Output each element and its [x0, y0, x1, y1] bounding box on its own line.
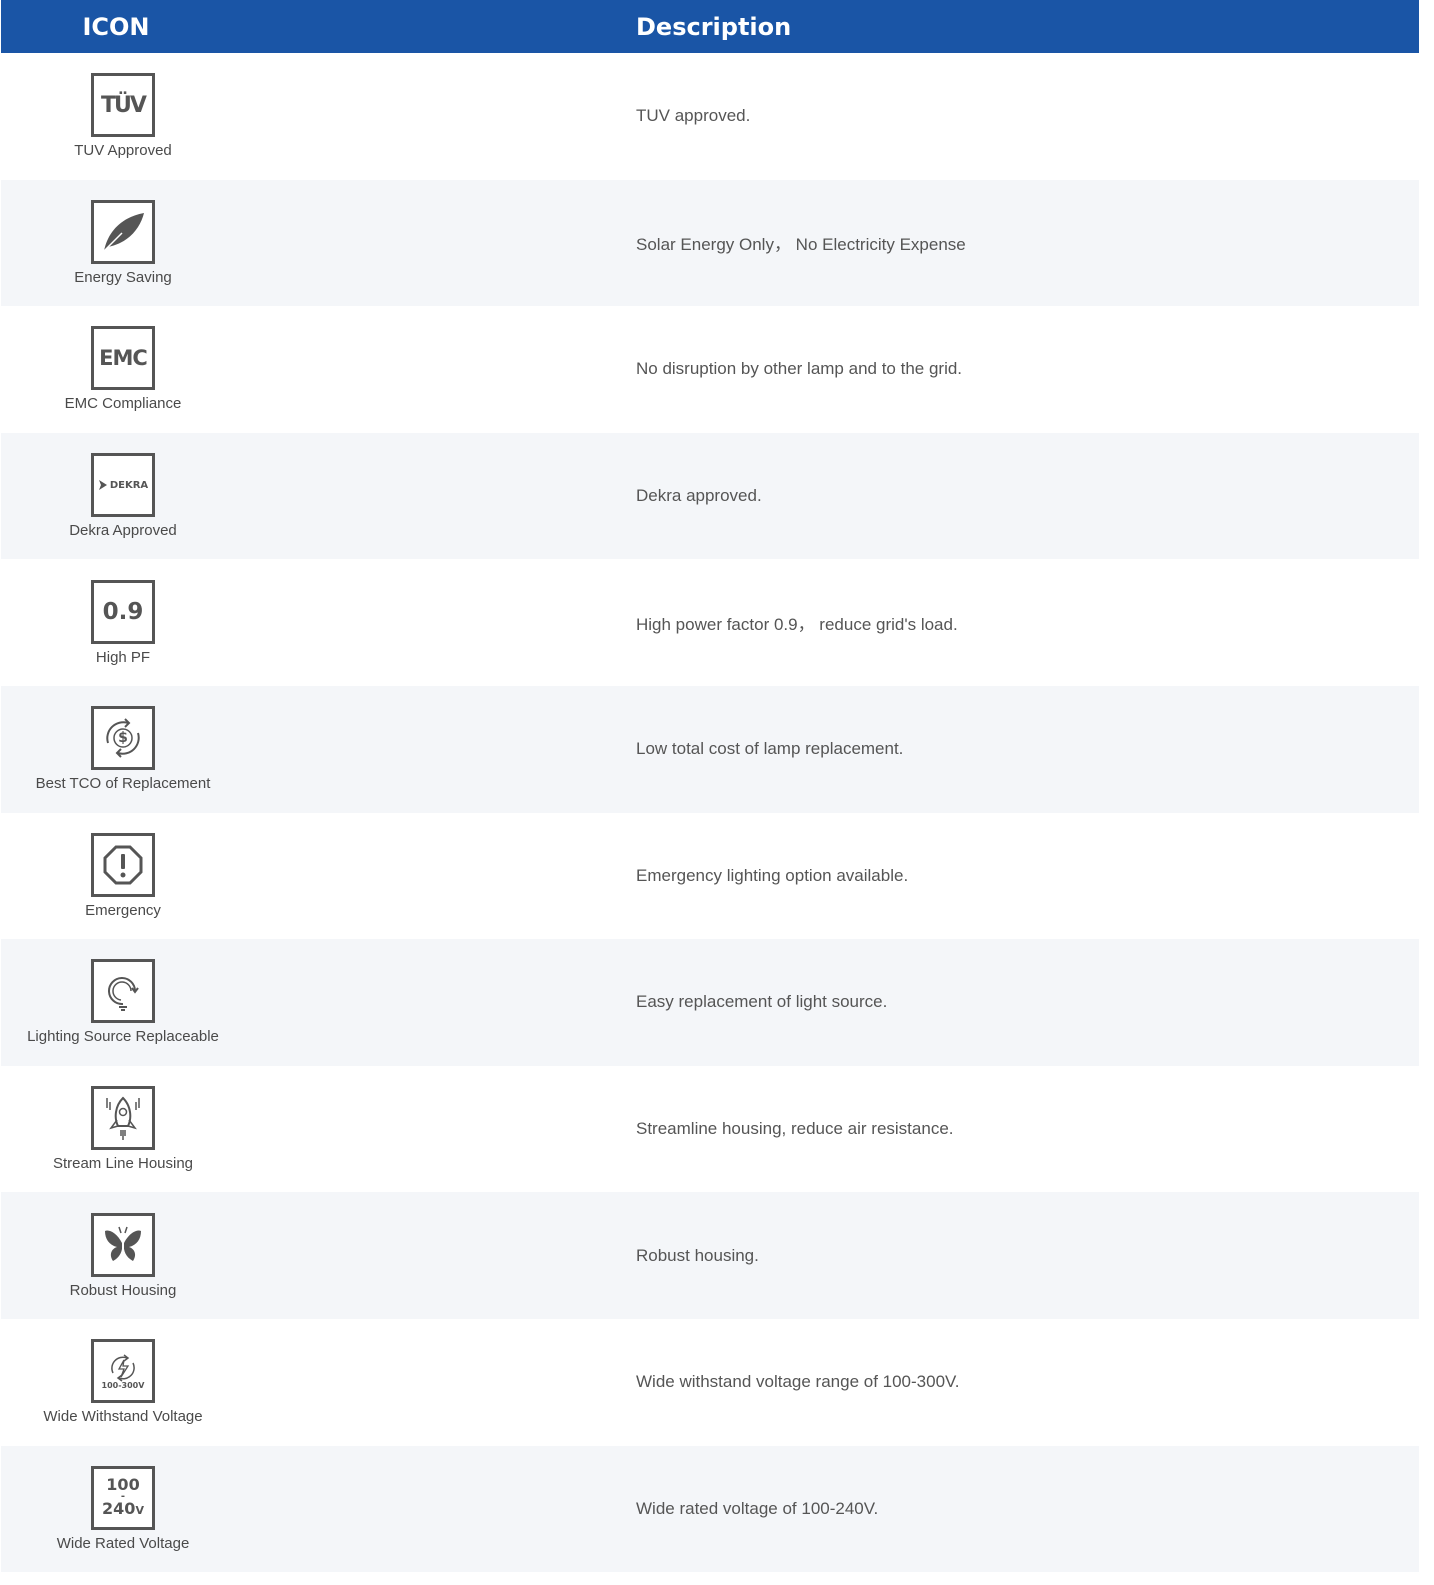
icon-label: Dekra Approved — [69, 522, 177, 540]
dollar-cycle-icon: $ — [91, 706, 155, 771]
dekra-logo-icon: DEKRA — [91, 453, 155, 518]
table-row: $ Best TCO of Replacement Low total cost… — [1, 685, 1419, 813]
table-header: ICON Description — [1, 0, 1419, 53]
bulb-replace-icon — [91, 959, 155, 1024]
icon-cell: $ Best TCO of Replacement — [1, 706, 245, 792]
icon-label: Wide Rated Voltage — [56, 1534, 190, 1552]
power-factor-icon: 0.9 — [91, 579, 155, 644]
feature-table: ICON Description TÜV TUV Approved TUV ap… — [1, 0, 1419, 1573]
description-text: Easy replacement of light source. — [636, 992, 888, 1012]
voltage-cycle-icon: 100-300V — [91, 1339, 155, 1404]
emc-logo-icon: EMC — [91, 326, 155, 391]
header-description-column: Description — [636, 12, 792, 41]
icon-label: Energy Saving — [74, 268, 172, 286]
table-row: DEKRA Dekra Approved Dekra approved. — [1, 432, 1419, 560]
description-text: Wide withstand voltage range of 100-300V… — [636, 1372, 960, 1392]
icon-cell: 100 - 240V Wide Rated Voltage — [1, 1465, 245, 1552]
description-text: Solar Energy Only， No Electricity Expens… — [636, 235, 966, 255]
icon-cell: 100-300V Wide Withstand Voltage — [1, 1339, 245, 1425]
icon-label: Stream Line Housing — [52, 1155, 194, 1173]
voltage-range-text: 100-300V — [101, 1380, 145, 1390]
table-body: TÜV TUV Approved TUV approved. Energy Sa… — [1, 53, 1419, 1573]
power-factor-text: 0.9 — [102, 598, 144, 625]
table-row: Robust Housing Robust housing. — [1, 1192, 1419, 1319]
icon-label: EMC Compliance — [64, 395, 182, 413]
icon-cell: DEKRA Dekra Approved — [1, 453, 245, 539]
butterfly-icon — [91, 1212, 155, 1277]
icon-cell: Energy Saving — [1, 199, 245, 286]
icon-cell: 0.9 High PF — [1, 579, 245, 666]
dollar-symbol: $ — [118, 730, 128, 747]
description-text: High power factor 0.9， reduce grid's loa… — [636, 615, 958, 635]
icon-cell: Stream Line Housing — [1, 1086, 245, 1172]
leaf-icon — [91, 199, 155, 264]
icon-label: Robust Housing — [69, 1281, 177, 1299]
table-row: Energy Saving Solar Energy Only， No Elec… — [1, 179, 1419, 307]
table-row: Stream Line Housing Streamline housing, … — [1, 1066, 1419, 1193]
table-row: Lighting Source Replaceable Easy replace… — [1, 939, 1419, 1066]
tuv-logo-icon: TÜV — [91, 73, 155, 138]
description-text: Wide rated voltage of 100-240V. — [636, 1498, 879, 1518]
description-text: Dekra approved. — [636, 486, 762, 506]
table-row: 100 - 240V Wide Rated Voltage Wide rated… — [1, 1445, 1419, 1573]
header-icon-column: ICON — [82, 12, 150, 41]
description-text: TUV approved. — [636, 106, 751, 126]
rated-voltage-unit: V — [135, 1504, 144, 1518]
icon-label: Wide Withstand Voltage — [43, 1408, 203, 1426]
icon-cell: EMC EMC Compliance — [1, 326, 245, 412]
table-row: TÜV TUV Approved TUV approved. — [1, 53, 1419, 180]
emc-logo-text: EMC — [99, 346, 148, 371]
description-text: Low total cost of lamp replacement. — [636, 739, 904, 759]
icon-cell: TÜV TUV Approved — [1, 73, 245, 159]
rated-voltage-max: 240 — [102, 1499, 136, 1519]
table-row: 100-300V Wide Withstand Voltage Wide wit… — [1, 1319, 1419, 1446]
description-text: Streamline housing, reduce air resistanc… — [636, 1119, 954, 1139]
tuv-logo-text: TÜV — [101, 92, 147, 118]
icon-label: High PF — [95, 648, 151, 666]
table-row: Emergency Emergency lighting option avai… — [1, 813, 1419, 940]
dekra-logo-text: DEKRA — [109, 479, 149, 491]
table-row: EMC EMC Compliance No disruption by othe… — [1, 306, 1419, 433]
emergency-alert-icon — [91, 832, 155, 897]
icon-label: Lighting Source Replaceable — [27, 1028, 219, 1046]
icon-label: Emergency — [85, 901, 161, 919]
table-row: 0.9 High PF High power factor 0.9， reduc… — [1, 559, 1419, 686]
rocket-icon — [91, 1086, 155, 1151]
icon-cell: Robust Housing — [1, 1212, 245, 1299]
icon-cell: Emergency — [1, 832, 245, 919]
description-text: Robust housing. — [636, 1245, 759, 1265]
rated-voltage-icon: 100 - 240V — [91, 1465, 155, 1530]
description-text: Emergency lighting option available. — [636, 865, 909, 885]
description-text: No disruption by other lamp and to the g… — [636, 359, 963, 379]
icon-cell: Lighting Source Replaceable — [1, 959, 245, 1045]
icon-label: Best TCO of Replacement — [35, 775, 211, 793]
icon-label: TUV Approved — [74, 142, 172, 160]
